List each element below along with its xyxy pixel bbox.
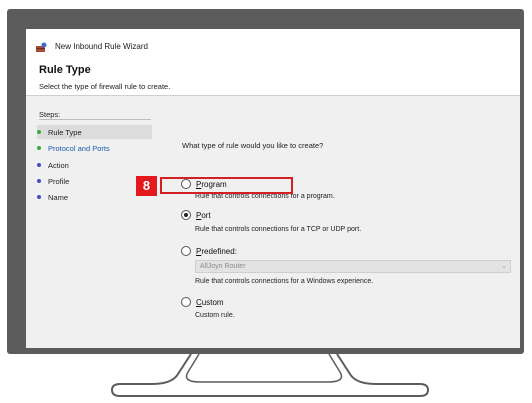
rule-type-question: What type of rule would you like to crea…	[182, 141, 324, 150]
step-status-dot	[37, 146, 41, 150]
step-label: Action	[48, 160, 69, 170]
firewall-app-icon	[36, 40, 47, 52]
step-status-dot	[37, 163, 41, 167]
step-label: Rule Type	[48, 127, 82, 137]
steps-heading: Steps:	[39, 110, 61, 119]
step-name[interactable]: Name	[37, 190, 152, 204]
predefined-label[interactable]: Predefined:	[196, 247, 237, 256]
step-rule-type[interactable]: Rule Type	[37, 125, 152, 139]
custom-radio[interactable]	[181, 297, 191, 307]
step-profile[interactable]: Profile	[37, 174, 152, 188]
step-status-dot	[37, 130, 41, 134]
title-bar: New Inbound Rule Wizard	[26, 29, 520, 52]
step-label: Name	[48, 192, 69, 202]
monitor-stand	[110, 354, 430, 397]
option-port[interactable]: Port	[181, 210, 211, 220]
window-title: New Inbound Rule Wizard	[55, 42, 148, 51]
wizard-content: Steps: Rule Type Protocol and Ports Acti…	[26, 96, 520, 348]
step-status-dot	[37, 179, 41, 183]
step-number-badge: 8	[136, 176, 157, 196]
predefined-select-value: AllJoyn Router	[200, 263, 246, 270]
step-action[interactable]: Action	[37, 158, 152, 172]
predefined-radio[interactable]	[181, 246, 191, 256]
rule-type-panel: What type of rule would you like to crea…	[155, 96, 520, 348]
port-highlight-box	[160, 177, 293, 194]
port-label[interactable]: Port	[196, 211, 211, 220]
step-label: Protocol and Ports	[48, 143, 110, 153]
steps-divider	[39, 119, 151, 120]
port-radio[interactable]	[181, 210, 191, 220]
steps-panel: Steps: Rule Type Protocol and Ports Acti…	[26, 96, 155, 348]
program-description: Rule that controls connections for a pro…	[195, 193, 335, 200]
page-subtitle: Select the type of firewall rule to crea…	[39, 82, 171, 91]
chevron-down-icon: ⌄	[501, 263, 507, 270]
custom-description: Custom rule.	[195, 312, 235, 319]
option-predefined[interactable]: Predefined:	[181, 246, 237, 256]
step-status-dot	[37, 195, 41, 199]
predefined-description: Rule that controls connections for a Win…	[195, 278, 374, 285]
custom-label[interactable]: Custom	[196, 298, 224, 307]
predefined-select[interactable]: AllJoyn Router ⌄	[195, 260, 511, 273]
step-protocol-and-ports[interactable]: Protocol and Ports	[37, 141, 152, 155]
option-custom[interactable]: Custom	[181, 297, 224, 307]
page-title: Rule Type	[39, 64, 91, 76]
port-description: Rule that controls connections for a TCP…	[195, 226, 362, 233]
step-label: Profile	[48, 176, 70, 186]
